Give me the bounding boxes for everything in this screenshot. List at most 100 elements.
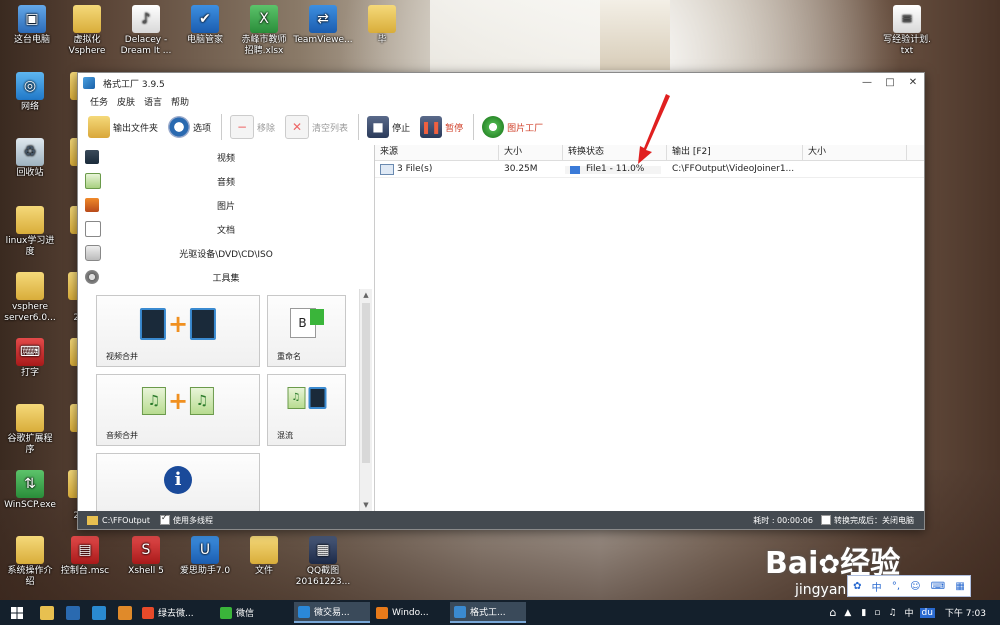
column-size[interactable]: 大小	[499, 145, 563, 160]
shutdown-checkbox[interactable]	[821, 515, 831, 525]
category-optical-drive[interactable]: 光驱设备\DVD\CD\ISO	[78, 241, 374, 265]
ime-paw-icon[interactable]: ✿	[853, 581, 861, 592]
sogou-icon	[298, 605, 310, 618]
app-logo-icon	[83, 77, 95, 89]
scroll-up-arrow-icon[interactable]: ▲	[360, 289, 372, 301]
task-list: 来源 大小 转换状态 输出 [F2] 大小 3 File(s) 30.25M F…	[375, 145, 924, 511]
taskbar-app-icon[interactable]	[60, 600, 86, 625]
desktop-icon[interactable]: X 赤峰市教师 招聘.xlsx	[232, 5, 296, 57]
window-title: 格式工厂 3.9.5	[103, 79, 165, 90]
desktop-icon[interactable]: ♪ Delacey - Dream It ...	[114, 5, 178, 57]
stop-button[interactable]: ■ 停止	[367, 116, 410, 138]
taskbar-running-app[interactable]: 格式工...	[450, 602, 526, 623]
signal-icon[interactable]: ▫	[874, 608, 880, 618]
mux-tool[interactable]: ♫ 混流	[267, 374, 346, 446]
output-path[interactable]: C:\FFOutput	[102, 516, 150, 525]
options-button[interactable]: 选项	[168, 116, 211, 138]
ime-keyboard-icon[interactable]: ⌨	[931, 581, 945, 592]
menu-task[interactable]: 任务	[90, 95, 108, 108]
desktop-icon[interactable]: ▤ 控制台.msc	[53, 536, 117, 577]
baidu-paw-icon: ✿	[818, 550, 841, 580]
maximize-button[interactable]: □	[879, 75, 901, 91]
desktop-icon[interactable]: 文件	[232, 536, 296, 577]
task-output: C:\FFOutput\VideoJoiner1...	[672, 164, 795, 174]
media-info-tool[interactable]: i	[96, 453, 260, 512]
close-button[interactable]: ✕	[902, 75, 924, 91]
desktop-icon-label: 文件	[254, 566, 273, 576]
taskbar-running-app[interactable]: 微交易...	[294, 602, 370, 623]
category-picture[interactable]: 图片	[78, 193, 374, 217]
category-document[interactable]: 文档	[78, 217, 374, 241]
output-folder-button[interactable]: 输出文件夹	[88, 116, 158, 138]
scroll-down-arrow-icon[interactable]: ▼	[360, 499, 372, 511]
ime-indicator[interactable]: 中	[904, 606, 913, 619]
desktop-icon[interactable]: U 爱思助手7.0	[173, 536, 237, 577]
windows-logo-icon	[11, 606, 23, 619]
taskbar-running-app[interactable]: 微信	[216, 602, 292, 623]
desktop-icon-label: 爱思助手7.0	[179, 566, 231, 576]
battery-icon[interactable]: ▮	[861, 608, 866, 618]
picture-factory-button[interactable]: 图片工厂	[482, 116, 543, 138]
multithread-checkbox[interactable]	[159, 513, 170, 525]
volume-icon[interactable]: ♫	[888, 608, 896, 618]
scroll-thumb[interactable]	[362, 303, 370, 463]
video-merge-tool[interactable]: + 视频合并	[96, 295, 260, 367]
taskbar-running-app[interactable]: 绿去微...	[138, 602, 214, 623]
taskbar-running-app[interactable]: Windo...	[372, 602, 448, 623]
remove-button[interactable]: − 移除	[230, 115, 275, 139]
tools-scrollbar[interactable]: ▲ ▼	[359, 289, 372, 511]
start-button[interactable]	[0, 600, 34, 625]
recycle-bin-icon: ♻	[16, 138, 44, 166]
desktop-icon[interactable]: ⇄ TeamViewe...	[291, 5, 355, 46]
taskbar-app-icon[interactable]	[112, 600, 138, 625]
menu-skin[interactable]: 皮肤	[117, 95, 135, 108]
ime-emoji-icon[interactable]: ☺	[910, 581, 920, 592]
audio-merge-tool[interactable]: ♫ + ♫ 音频合并	[96, 374, 260, 446]
pc-manager-icon: ✔	[191, 5, 219, 33]
column-output-size[interactable]: 大小	[803, 145, 907, 160]
category-video[interactable]: 视频	[78, 145, 374, 169]
browser-icon	[142, 606, 154, 619]
folder-icon	[16, 272, 44, 300]
rename-tool[interactable]: B 重命名	[267, 295, 346, 367]
task-progress-fill	[570, 166, 580, 174]
desktop-icon-label: 控制台.msc	[60, 566, 110, 576]
menu-language[interactable]: 语言	[144, 95, 162, 108]
winscp-icon: ⇅	[16, 470, 44, 498]
desktop-icon[interactable]: 虚拟化 Vsphere	[55, 5, 119, 57]
i4-assistant-icon: U	[191, 536, 219, 564]
du-icon[interactable]: du	[919, 607, 935, 618]
wifi-icon[interactable]: ⌂	[829, 606, 836, 619]
ime-tools-icon[interactable]: ▦	[955, 581, 964, 592]
folder-icon	[88, 116, 110, 138]
status-bar: C:\FFOutput 使用多线程 耗时 : 00:00:06 转换完成后：关闭…	[78, 511, 924, 529]
clock[interactable]: 下午 7:03	[945, 606, 986, 619]
options-gear-icon	[168, 116, 191, 138]
title-bar[interactable]: 格式工厂 3.9.5 — □ ✕	[78, 73, 924, 93]
desktop-icon[interactable]: S Xshell 5	[114, 536, 178, 577]
column-source[interactable]: 来源	[375, 145, 499, 160]
pause-button[interactable]: ❚❚ 暂停	[420, 116, 463, 138]
file-explorer-icon[interactable]	[34, 600, 60, 625]
ime-chinese-mode[interactable]: 中	[872, 579, 882, 594]
desktop-icon-label: Delacey - Dream It ...	[120, 35, 172, 56]
pause-icon: ❚❚	[420, 116, 443, 138]
category-audio[interactable]: 音频	[78, 169, 374, 193]
desktop-icon[interactable]: ≡ 写经验计划. txt	[875, 5, 939, 57]
category-tools[interactable]: 工具集	[78, 265, 374, 289]
desktop-icon[interactable]: ✔ 电脑管家	[173, 5, 237, 46]
menu-help[interactable]: 帮助	[171, 95, 189, 108]
notification-icon[interactable]: ▲	[844, 608, 851, 618]
minimize-button[interactable]: —	[856, 75, 878, 91]
desktop-icon[interactable]: 毕	[350, 5, 414, 46]
column-output[interactable]: 输出 [F2]	[667, 145, 803, 160]
desktop-icon[interactable]: ▦ QQ截图 20161223...	[291, 536, 355, 588]
xshell-icon: S	[132, 536, 160, 564]
output-folder-icon	[87, 515, 98, 525]
desktop-icon-label: 电脑管家	[186, 35, 223, 45]
toolbar-divider	[221, 114, 223, 140]
clear-list-button[interactable]: ✕ 清空列表	[285, 115, 348, 139]
elapsed-time: 耗时 : 00:00:06	[753, 515, 813, 525]
taskbar-app-icon[interactable]	[86, 600, 112, 625]
ime-punct-icon[interactable]: °,	[892, 581, 900, 592]
